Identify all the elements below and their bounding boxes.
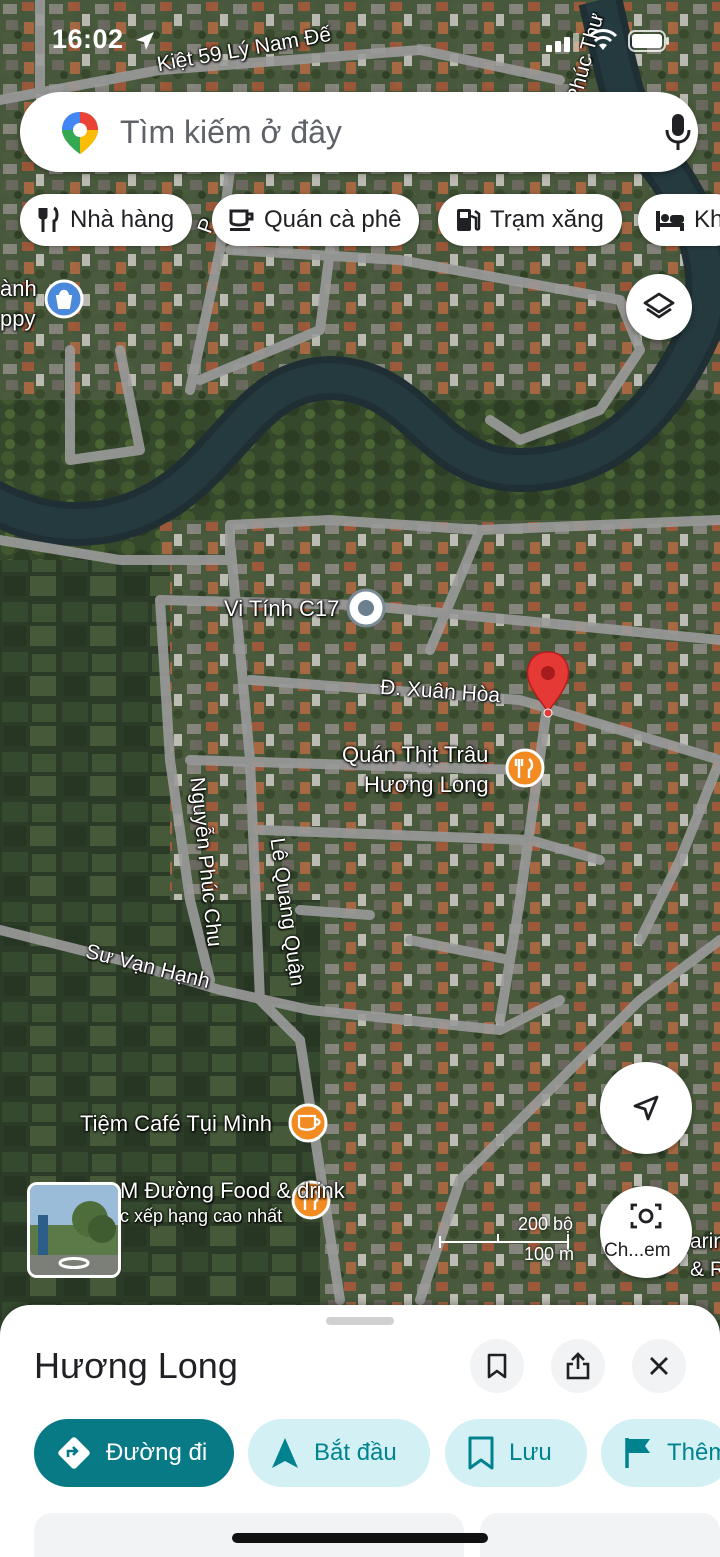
poi-label-quan-thit-trau[interactable]: Quán Thịt Trâu xyxy=(342,742,488,768)
search-input[interactable]: Tìm kiếm ở đây xyxy=(120,114,342,151)
more-button[interactable]: Thêm xyxy=(601,1419,720,1487)
chip-hotels[interactable]: Kh xyxy=(638,194,720,246)
poi-label-edge: & Res xyxy=(690,1258,720,1281)
coffee-icon xyxy=(229,209,254,231)
cellular-signal-icon xyxy=(546,32,580,57)
chip-label: Trạm xăng xyxy=(490,206,604,233)
map-scale: 200 bộ 100 m xyxy=(438,1214,588,1264)
scale-label-meters: 100 m xyxy=(524,1244,575,1264)
directions-icon xyxy=(58,1437,90,1469)
chip-restaurants[interactable]: Nhà hàng xyxy=(20,194,193,246)
drag-handle[interactable] xyxy=(326,1317,394,1325)
google-maps-pin-icon xyxy=(60,110,100,161)
poi-label: ành xyxy=(0,276,37,301)
chip-label: Nhà hàng xyxy=(70,206,175,233)
search-bar[interactable]: Tìm kiếm ở đây xyxy=(20,92,698,172)
poi-sublabel: c xếp hạng cao nhất xyxy=(120,1206,283,1226)
location-arrow-icon xyxy=(134,30,156,57)
my-location-button[interactable] xyxy=(600,1062,692,1154)
close-button[interactable] xyxy=(632,1339,686,1393)
flag-icon xyxy=(625,1438,650,1468)
navigation-arrow-icon xyxy=(633,1095,659,1121)
directions-button[interactable]: Đường đi xyxy=(34,1419,234,1487)
poi-label-food-drink[interactable]: M Đường Food & drink xyxy=(120,1178,345,1204)
layers-button[interactable] xyxy=(626,274,692,340)
status-bar: 16:02 xyxy=(0,22,720,62)
vi-tinh-marker[interactable] xyxy=(346,588,386,628)
street-view-thumbnail[interactable] xyxy=(27,1182,121,1278)
close-icon xyxy=(650,1357,668,1375)
chip-label: Kh xyxy=(694,206,720,233)
poi-label-edge: arin xyxy=(690,1230,720,1253)
microphone-icon[interactable] xyxy=(664,112,692,157)
action-label: Đường đi xyxy=(106,1439,208,1466)
cafe-marker[interactable] xyxy=(288,1103,328,1143)
place-title: Hương Long xyxy=(34,1345,238,1386)
fork-knife-icon xyxy=(38,206,59,232)
camera-lens-icon xyxy=(630,1203,662,1229)
poi-label-vi-tinh[interactable]: Vi Tính C17 xyxy=(224,596,339,622)
bed-icon xyxy=(656,211,684,231)
bookmark-icon xyxy=(487,1353,507,1379)
share-icon xyxy=(566,1352,590,1380)
start-button[interactable]: Bắt đầu xyxy=(248,1419,430,1487)
action-label: Thêm xyxy=(667,1439,720,1466)
action-label: Lưu xyxy=(509,1439,552,1466)
poi-label-quan-thit-trau[interactable]: Hương Long xyxy=(364,772,489,798)
home-indicator xyxy=(232,1533,488,1543)
shopping-marker[interactable] xyxy=(44,279,84,319)
place-bottom-sheet[interactable]: Hương Long Đường đi Bắt đầu Lưu Thêm xyxy=(0,1305,720,1557)
share-button[interactable] xyxy=(551,1339,605,1393)
layers-icon xyxy=(643,292,675,319)
status-time: 16:02 xyxy=(52,24,124,54)
chip-label: Quán cà phê xyxy=(264,206,402,233)
preview-card[interactable] xyxy=(480,1513,720,1557)
navigation-arrow-icon xyxy=(272,1438,298,1468)
bookmark-icon xyxy=(468,1436,494,1470)
chip-cafes[interactable]: Quán cà phê xyxy=(212,194,420,246)
camera-search-button[interactable]: Ch...em xyxy=(600,1186,692,1278)
save-button[interactable]: Lưu xyxy=(445,1419,587,1487)
poi-label: ppy xyxy=(0,306,36,331)
action-label: Bắt đầu xyxy=(314,1439,397,1466)
poi-label-tiem-cafe[interactable]: Tiệm Café Tụi Mình xyxy=(80,1111,272,1137)
save-icon-button[interactable] xyxy=(470,1339,524,1393)
camera-label: Ch...em xyxy=(604,1240,671,1261)
restaurant-marker[interactable] xyxy=(505,748,545,788)
gas-station-icon xyxy=(457,209,481,231)
battery-icon xyxy=(628,30,670,57)
chip-gas-stations[interactable]: Trạm xăng xyxy=(438,194,622,246)
wifi-icon xyxy=(588,28,618,57)
